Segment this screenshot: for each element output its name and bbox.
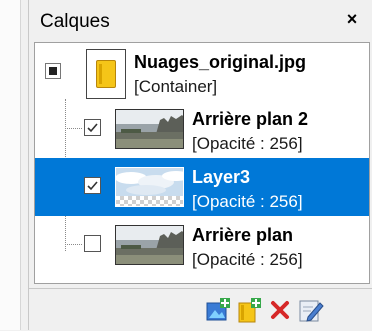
layer-visibility-checkbox[interactable] xyxy=(84,177,101,194)
close-button[interactable]: × xyxy=(341,7,363,31)
layer-row-selected[interactable]: Layer3 [Opacité : 256] xyxy=(35,158,369,216)
layers-panel: Calques × Nuages_original.jpg [Container… xyxy=(28,0,372,331)
container-name: Nuages_original.jpg xyxy=(134,52,307,72)
left-gutter xyxy=(0,0,21,330)
collapse-toggle[interactable] xyxy=(45,63,61,79)
layer-name: Arrière plan 2 xyxy=(192,109,309,129)
layer-name: Arrière plan xyxy=(192,225,294,245)
layer-opacity: [Opacité : 256] xyxy=(192,192,303,211)
tree-root-row[interactable]: Nuages_original.jpg [Container] xyxy=(35,43,369,101)
container-type: [Container] xyxy=(134,77,218,96)
delete-layer-button[interactable] xyxy=(267,297,293,323)
layers-tree[interactable]: Nuages_original.jpg [Container] Arrière … xyxy=(34,42,370,284)
delete-icon xyxy=(271,301,289,319)
folder-icon xyxy=(96,60,116,88)
layer-name: Layer3 xyxy=(192,167,251,187)
checkmark-icon xyxy=(87,123,98,133)
edit-icon xyxy=(299,300,324,322)
layers-toolbar xyxy=(29,288,372,331)
add-layer-icon xyxy=(206,298,230,321)
layer-thumbnail-landscape xyxy=(115,225,184,265)
add-container-icon xyxy=(238,298,261,323)
layer-properties-button[interactable] xyxy=(298,297,324,323)
panel-title: Calques xyxy=(40,11,110,32)
checkmark-icon xyxy=(87,181,98,191)
layer-opacity: [Opacité : 256] xyxy=(192,250,303,269)
layer-thumbnail-landscape xyxy=(115,109,184,149)
collapse-square-icon xyxy=(49,67,57,75)
layer-row[interactable]: Arrière plan [Opacité : 256] xyxy=(35,216,369,274)
add-container-button[interactable] xyxy=(236,297,262,323)
layer-row[interactable]: Arrière plan 2 [Opacité : 256] xyxy=(35,100,369,158)
layer-opacity: [Opacité : 256] xyxy=(192,134,303,153)
layer-visibility-checkbox[interactable] xyxy=(84,235,101,252)
add-layer-button[interactable] xyxy=(205,297,231,323)
panel-titlebar: Calques × xyxy=(29,0,372,40)
layer-thumbnail-clouds xyxy=(115,167,184,207)
container-thumbnail xyxy=(86,49,126,99)
layer-visibility-checkbox[interactable] xyxy=(84,119,101,136)
